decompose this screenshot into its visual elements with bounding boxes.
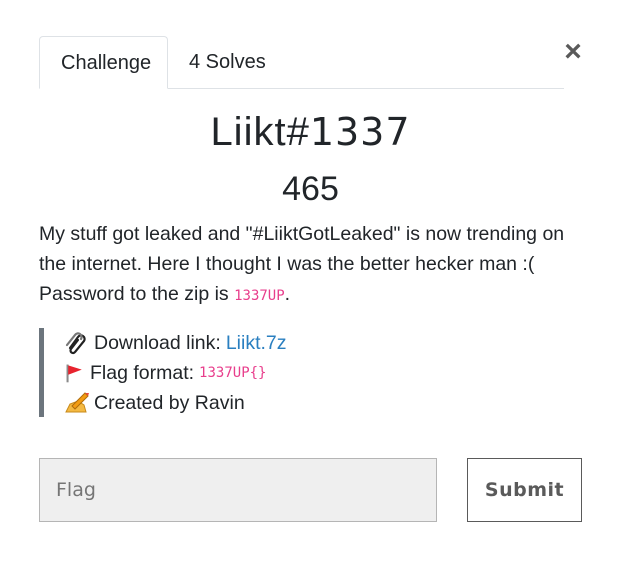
challenge-description: My stuff got leaked and "#LiiktGotLeaked… — [39, 219, 584, 311]
creator-line: Created by Ravin — [64, 388, 584, 418]
tab-solves[interactable]: 4 Solves — [168, 36, 287, 88]
creator-label: Created by Ravin — [94, 392, 245, 414]
challenge-points: 465 — [282, 170, 339, 208]
challenge-title-text: Liikt# — [210, 110, 310, 154]
challenge-info-blockquote: Download link: Liikt.7z Flag format: 133… — [39, 328, 584, 417]
triangular-flag-icon — [66, 364, 82, 383]
flag-format-line: Flag format: 1337UP{} — [64, 358, 584, 388]
close-icon[interactable]: × — [562, 36, 584, 68]
description-text: My stuff got leaked and "#LiiktGotLeaked… — [39, 223, 565, 275]
challenge-title: Liikt#1337 — [0, 106, 621, 158]
download-line: Download link: Liikt.7z — [64, 328, 584, 358]
challenge-title-number: 1337 — [309, 110, 411, 154]
download-label: Download link: — [94, 332, 221, 354]
tab-bar: Challenge 4 Solves — [39, 36, 564, 89]
submit-button[interactable]: Submit — [467, 458, 582, 522]
password-prefix: Password to the zip is — [39, 283, 235, 305]
writing-hand-icon — [65, 392, 89, 413]
flag-format-value: 1337UP{} — [199, 365, 267, 381]
flag-format-label: Flag format: — [90, 362, 195, 384]
flag-input[interactable] — [39, 458, 437, 522]
zip-password: 1337UP — [234, 288, 285, 304]
challenge-modal: Challenge 4 Solves × Liikt#1337 465 My s… — [0, 0, 621, 577]
password-suffix: . — [284, 283, 291, 305]
download-link[interactable]: Liikt.7z — [226, 328, 287, 358]
paperclips-icon — [65, 332, 86, 355]
tab-challenge[interactable]: Challenge — [39, 36, 168, 89]
